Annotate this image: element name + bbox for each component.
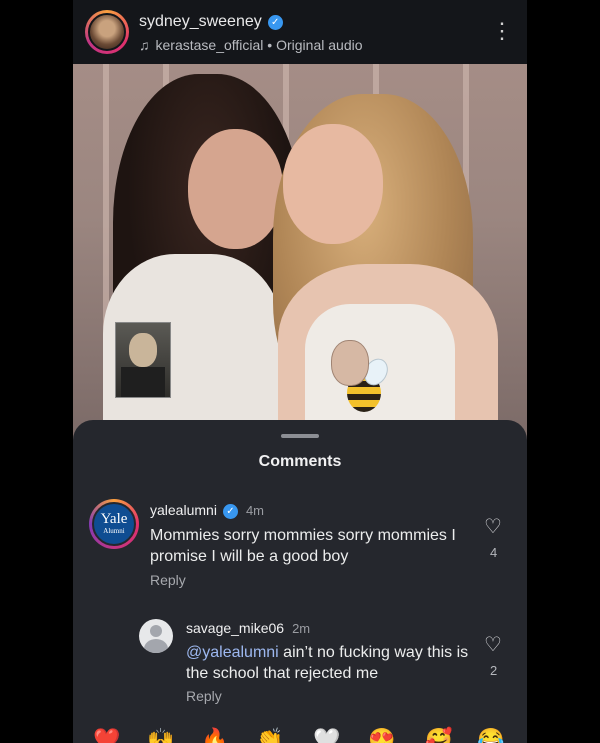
more-options-icon[interactable]: ⋮ — [491, 20, 513, 42]
comment-time: 2m — [292, 621, 311, 636]
comment-username[interactable]: yalealumni — [150, 502, 217, 518]
comments-title: Comments — [258, 453, 342, 470]
comment-text: Mommies sorry mommies sorry mommies I pr… — [150, 527, 456, 565]
mention-link[interactable]: @yalealumni — [186, 644, 279, 661]
comments-sheet: Comments Yale Alumni yalealumni ✓ 4m Mommi… — [73, 420, 527, 743]
comment-text: @yalealumni ain’t no fucking way this is… — [186, 642, 476, 684]
yale-logo-subtext: Alumni — [103, 527, 125, 535]
music-note-icon: ♫ — [139, 37, 150, 53]
comment-header: yalealumni ✓ 4m — [150, 502, 264, 519]
username[interactable]: sydney_sweeney — [139, 13, 262, 30]
avatar-body — [144, 639, 168, 653]
verified-badge-icon: ✓ — [267, 15, 283, 30]
person-left-face — [188, 129, 283, 249]
username-row[interactable]: sydney_sweeney ✓ — [139, 13, 283, 31]
bee-sticker — [331, 340, 393, 412]
reply-button[interactable]: Reply — [150, 572, 186, 588]
bee-face — [331, 340, 369, 386]
comment-username[interactable]: savage_mike06 — [186, 620, 284, 636]
audio-account[interactable]: kerastase_official — [156, 37, 264, 53]
vintage-portrait-sticker — [115, 322, 171, 398]
audio-separator: • — [263, 37, 277, 53]
emoji-clap[interactable]: 👏 — [256, 726, 284, 743]
audio-row[interactable]: ♫ kerastase_official • Original audio — [139, 37, 363, 53]
reel-photo[interactable] — [73, 64, 527, 444]
person-right-face — [283, 124, 383, 244]
commenter-avatar[interactable] — [139, 619, 173, 653]
emoji-heart[interactable]: ❤️ — [93, 726, 121, 743]
commenter-avatar[interactable]: Yale Alumni — [89, 499, 139, 549]
emoji-smiling-hearts[interactable]: 🥰 — [425, 726, 453, 743]
comment-time: 4m — [245, 503, 264, 518]
reel-header: sydney_sweeney ✓ ♫ kerastase_official • Or… — [73, 0, 527, 64]
like-heart-icon[interactable]: ♡ — [484, 517, 502, 537]
reply-button[interactable]: Reply — [186, 688, 222, 704]
reel-screen: sydney_sweeney ✓ ♫ kerastase_official • Or… — [73, 0, 527, 743]
profile-avatar[interactable] — [85, 10, 129, 54]
verified-badge-icon: ✓ — [222, 504, 238, 519]
profile-avatar-image — [88, 13, 126, 51]
emoji-raised-hands[interactable]: 🙌 — [147, 726, 175, 743]
emoji-fire[interactable]: 🔥 — [201, 726, 229, 743]
yale-logo: Yale Alumni — [92, 502, 136, 546]
yale-logo-text: Yale — [100, 511, 128, 527]
sticker-suit — [121, 367, 165, 397]
emoji-reaction-bar: ❤️ 🙌 🔥 👏 🤍 😍 🥰 😂 — [73, 726, 527, 743]
emoji-heart-eyes[interactable]: 😍 — [368, 726, 396, 743]
like-count: 4 — [490, 545, 498, 560]
like-heart-icon[interactable]: ♡ — [484, 635, 502, 655]
emoji-tears-of-joy[interactable]: 😂 — [477, 726, 505, 743]
avatar-head — [150, 625, 162, 637]
audio-label[interactable]: Original audio — [276, 37, 362, 53]
emoji-white-heart[interactable]: 🤍 — [313, 726, 341, 743]
comment-header: savage_mike06 2m — [186, 620, 310, 636]
like-count: 2 — [490, 663, 498, 678]
sticker-face — [129, 333, 157, 367]
sheet-drag-handle[interactable] — [281, 434, 319, 438]
